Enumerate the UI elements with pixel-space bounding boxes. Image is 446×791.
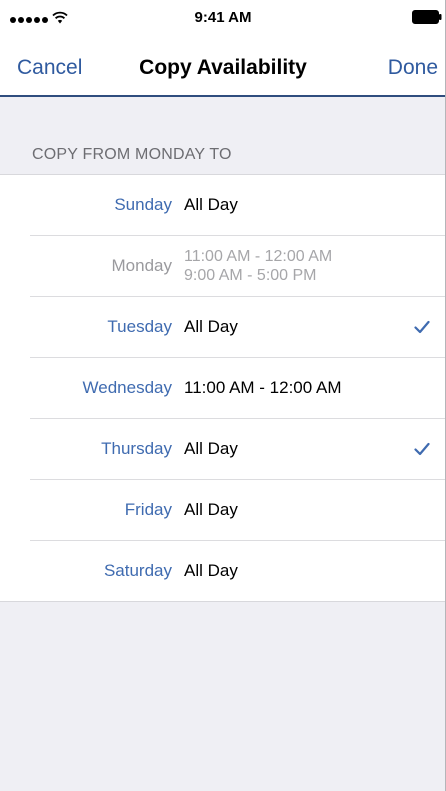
checkmark-icon: [414, 320, 430, 333]
day-row-thursday[interactable]: Thursday All Day: [0, 418, 446, 479]
availability-value: All Day: [184, 316, 238, 336]
checkmark-icon: [414, 442, 430, 455]
day-label: Wednesday: [82, 377, 172, 397]
availability-value: 11:00 AM - 12:00 AM 9:00 AM - 5:00 PM: [184, 247, 333, 284]
day-row-friday[interactable]: Friday All Day: [0, 479, 446, 540]
day-label: Monday: [111, 255, 172, 275]
section-header: COPY FROM MONDAY TO: [32, 146, 232, 163]
availability-value: All Day: [184, 438, 238, 458]
availability-value: All Day: [184, 560, 238, 580]
navigation-bar: Cancel Copy Availability Done: [0, 36, 446, 97]
battery-icon: [412, 10, 442, 24]
status-bar: 9:41 AM: [0, 0, 446, 36]
day-label: Tuesday: [107, 316, 172, 336]
day-list: Sunday All Day Monday 11:00 AM - 12:00 A…: [0, 174, 446, 602]
day-label: Friday: [124, 499, 172, 519]
availability-value: All Day: [184, 195, 238, 214]
day-label: Saturday: [103, 560, 172, 580]
day-row-monday: Monday 11:00 AM - 12:00 AM 9:00 AM - 5:0…: [0, 235, 446, 296]
status-time: 9:41 AM: [194, 9, 252, 26]
page-title: Copy Availability: [139, 56, 307, 79]
day-label: Sunday: [114, 195, 172, 214]
day-label: Thursday: [101, 438, 172, 458]
day-row-saturday[interactable]: Saturday All Day: [0, 540, 446, 601]
day-row-wednesday[interactable]: Wednesday 11:00 AM - 12:00 AM: [0, 357, 446, 418]
day-row-sunday[interactable]: Sunday All Day: [0, 175, 446, 235]
done-button[interactable]: Done: [388, 56, 438, 80]
availability-value: 11:00 AM - 12:00 AM: [184, 377, 342, 397]
availability-value: All Day: [184, 499, 238, 519]
day-row-tuesday[interactable]: Tuesday All Day: [0, 296, 446, 357]
